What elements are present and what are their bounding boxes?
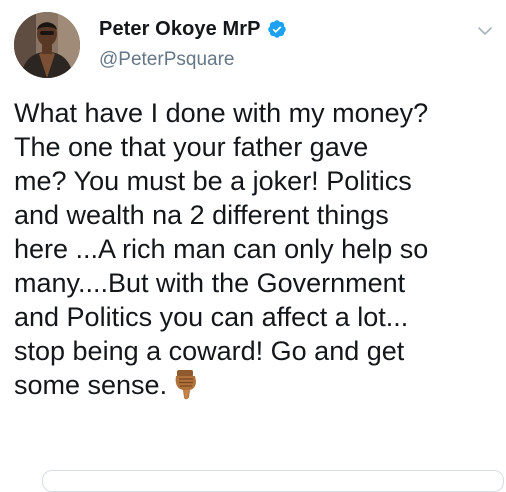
- chevron-down-icon[interactable]: [474, 20, 496, 42]
- display-name-row: Peter Okoye MrP: [99, 16, 287, 42]
- user-handle[interactable]: @PeterPsquare: [99, 49, 234, 71]
- tweet-text: What have I done with my money? The one …: [14, 96, 504, 402]
- tweet-line: here ...A rich man can only help so: [14, 234, 429, 264]
- tweet-line: me? You must be a joker! Politics: [14, 166, 412, 196]
- tweet-line: some sense.: [14, 370, 168, 400]
- tweet-line: and Politics you can affect a lot...: [14, 302, 409, 332]
- profile-avatar-image: [14, 12, 80, 78]
- embedded-card-edge: [42, 470, 504, 492]
- display-name[interactable]: Peter Okoye MrP: [99, 18, 261, 41]
- tweet-card: Peter Okoye MrP @PeterPsquare What have …: [0, 0, 506, 492]
- tweet-line: and wealth na 2 different things: [14, 200, 389, 230]
- tweet-line: many....But with the Government: [14, 268, 406, 298]
- tweet-line: stop being a coward! Go and get: [14, 336, 405, 366]
- thumbs-down-icon: [171, 369, 201, 401]
- verified-badge-icon: [267, 19, 287, 39]
- tweet-last-line: some sense.: [14, 368, 504, 402]
- tweet-line: What have I done with my money?: [14, 98, 429, 128]
- avatar[interactable]: [14, 12, 80, 78]
- tweet-line: The one that your father gave: [14, 132, 369, 162]
